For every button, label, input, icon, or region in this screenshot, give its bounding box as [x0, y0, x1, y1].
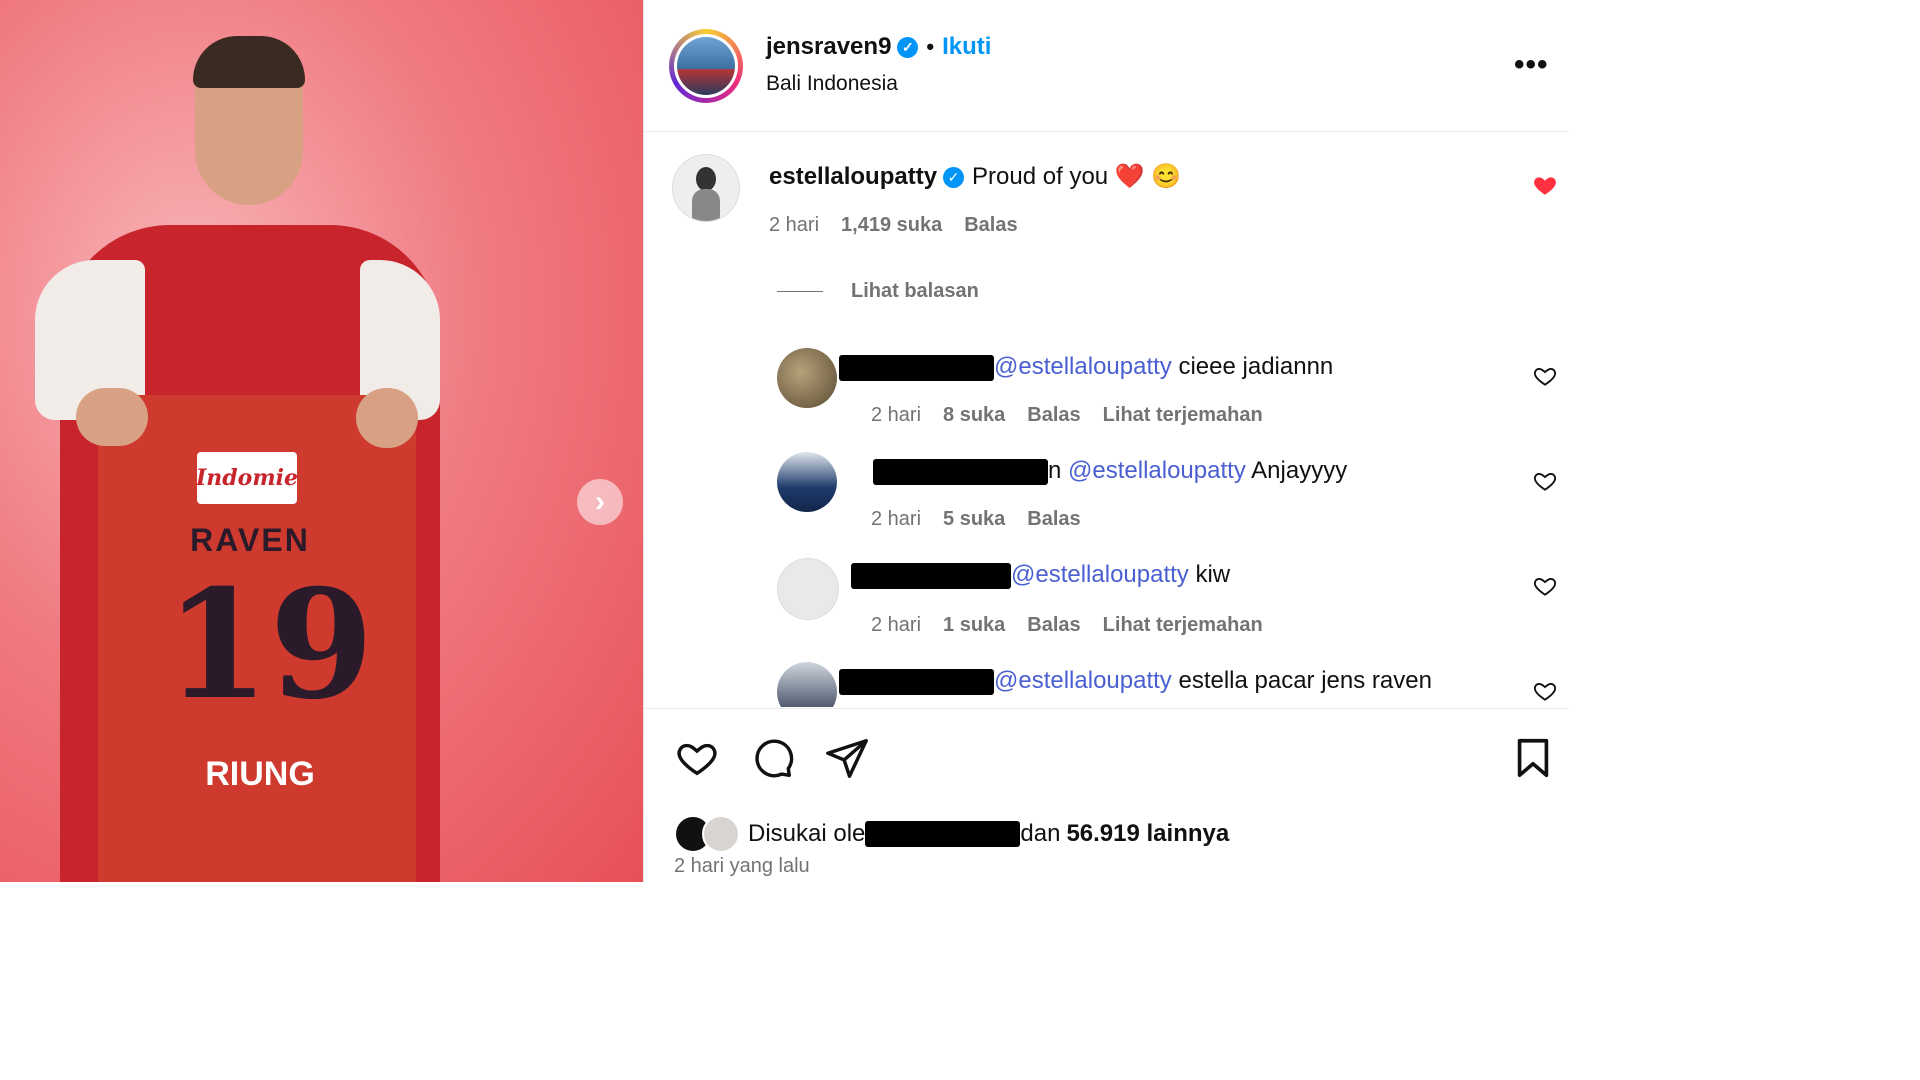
- next-image-button[interactable]: ›: [577, 479, 623, 525]
- mention-link[interactable]: @estellaloupatty: [1068, 457, 1246, 484]
- reply-text-row: @estellaloupatty cieee jadiannn: [839, 353, 1333, 381]
- reply-text: kiw: [1195, 561, 1231, 588]
- author-avatar[interactable]: [669, 29, 743, 103]
- mention-link[interactable]: @estellaloupatty: [994, 353, 1172, 380]
- reply-text: estella pacar jens raven: [1178, 667, 1432, 694]
- reply-meta: 2 hari 1 suka Balas Lihat terjemahan: [871, 614, 1285, 637]
- post-sidebar: jensraven9 ✓ • Ikuti Bali Indonesia ••• est…: [643, 0, 1569, 882]
- reply-button[interactable]: Balas: [1027, 404, 1080, 426]
- player-right-hand: [356, 388, 418, 448]
- reply-text-row: @estellaloupatty kiw: [851, 561, 1230, 589]
- author-username-row: jensraven9 ✓ • Ikuti: [766, 33, 991, 61]
- comment-time: 2 hari: [769, 214, 820, 236]
- default-avatar-icon[interactable]: [777, 558, 839, 620]
- follow-button[interactable]: Ikuti: [942, 33, 991, 60]
- jersey-number: 19: [165, 557, 374, 733]
- liked-heart-icon[interactable]: [1532, 172, 1558, 198]
- chevron-right-icon: ›: [595, 485, 605, 518]
- heart-icon[interactable]: [1532, 678, 1558, 704]
- share-send-icon[interactable]: [824, 735, 870, 781]
- reply-button[interactable]: Balas: [964, 214, 1017, 236]
- liked-by-row: Disukai ole dan 56.919 lainnya: [674, 815, 1229, 853]
- view-replies-button[interactable]: Lihat balasan: [777, 280, 979, 303]
- likes-count[interactable]: 56.919 lainnya: [1066, 820, 1229, 848]
- separator-dot: •: [926, 34, 935, 59]
- liker-avatar[interactable]: [702, 815, 740, 853]
- jersey-sponsor-2: RIUNG: [205, 755, 315, 793]
- reply-button[interactable]: Balas: [1027, 614, 1080, 636]
- comment-username[interactable]: estellaloupatty: [769, 163, 937, 190]
- commenter-avatar[interactable]: [672, 154, 740, 222]
- reply-button[interactable]: Balas: [1027, 508, 1080, 530]
- main-comment-text-row: estellaloupatty ✓ Proud of you ❤️ 😊: [769, 162, 1181, 191]
- verified-badge-icon: ✓: [943, 167, 965, 189]
- like-heart-icon[interactable]: [674, 735, 720, 781]
- jersey-name: RAVEN: [190, 522, 310, 558]
- redacted-username: [851, 562, 1011, 589]
- post-image: Indomie RAVEN 19 RIUNG ›: [0, 0, 643, 882]
- post-header: jensraven9 ✓ • Ikuti Bali Indonesia •••: [644, 0, 1569, 132]
- comment-text: Proud of you ❤️ 😊: [972, 163, 1182, 190]
- post-location[interactable]: Bali Indonesia: [766, 72, 898, 96]
- see-translation-button[interactable]: Lihat terjemahan: [1103, 404, 1263, 426]
- reply-likes[interactable]: 5 suka: [943, 508, 1005, 530]
- liked-by-and: dan: [1020, 820, 1061, 847]
- player-hair: [193, 36, 305, 88]
- reply-likes[interactable]: 8 suka: [943, 404, 1005, 426]
- post-time[interactable]: 2 hari yang lalu: [674, 855, 810, 878]
- reply-avatar[interactable]: [777, 452, 837, 512]
- reply-meta: 2 hari 5 suka Balas: [871, 508, 1103, 531]
- jersey-sponsor: Indomie: [196, 452, 298, 504]
- heart-icon[interactable]: [1532, 573, 1558, 599]
- reply-likes[interactable]: 1 suka: [943, 614, 1005, 636]
- verified-badge-icon: ✓: [897, 37, 919, 59]
- reply-meta: 2 hari 8 suka Balas Lihat terjemahan: [871, 404, 1285, 427]
- redacted-username: [839, 354, 994, 381]
- more-options-icon[interactable]: •••: [1514, 48, 1549, 82]
- reply-time: 2 hari: [871, 614, 922, 636]
- comment-likes[interactable]: 1,419 suka: [841, 214, 942, 236]
- mention-link[interactable]: @estellaloupatty: [994, 667, 1172, 694]
- main-comment-meta: 2 hari 1,419 suka Balas: [769, 214, 1040, 237]
- reply-text-row: @estellaloupatty estella pacar jens rave…: [839, 667, 1432, 695]
- redacted-username: [865, 821, 1021, 847]
- author-avatar-image: [677, 37, 735, 95]
- reply-time: 2 hari: [871, 508, 922, 530]
- author-username[interactable]: jensraven9: [766, 33, 891, 60]
- reply-text: Anjayyyy: [1251, 457, 1348, 484]
- redacted-username: [839, 668, 994, 695]
- comments-list[interactable]: estellaloupatty ✓ Proud of you ❤️ 😊 2 hari…: [644, 132, 1569, 707]
- mention-link[interactable]: @estellaloupatty: [1011, 561, 1189, 588]
- redacted-username: [873, 458, 1048, 485]
- comment-bubble-icon[interactable]: [749, 735, 795, 781]
- reply-avatar[interactable]: [777, 348, 837, 408]
- save-bookmark-icon[interactable]: [1510, 735, 1556, 781]
- post-actions-bar: Disukai ole dan 56.919 lainnya 2 hari ya…: [644, 708, 1569, 883]
- see-translation-button[interactable]: Lihat terjemahan: [1103, 614, 1263, 636]
- liked-by-prefix: Disukai ole: [748, 820, 866, 847]
- reply-time: 2 hari: [871, 404, 922, 426]
- heart-icon[interactable]: [1532, 468, 1558, 494]
- reply-avatar[interactable]: [777, 662, 837, 707]
- heart-icon[interactable]: [1532, 363, 1558, 389]
- player-left-hand: [76, 388, 148, 446]
- reply-text: cieee jadiannn: [1178, 353, 1334, 380]
- reply-text-row: n @estellaloupatty Anjayyyy: [873, 457, 1347, 485]
